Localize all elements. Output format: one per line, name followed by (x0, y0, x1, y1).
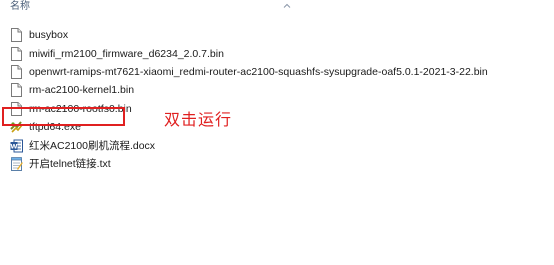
blank-file-icon (10, 28, 23, 43)
blank-file-icon (10, 46, 23, 61)
file-row-busybox[interactable]: busybox (10, 26, 510, 44)
file-row-openwrt-bin[interactable]: openwrt-ramips-mt7621-xiaomi_redmi-route… (10, 63, 510, 81)
word-docx-icon: W (10, 139, 23, 153)
notepad-txt-icon (10, 157, 23, 171)
file-name: rm-ac2100-kernel1.bin (29, 84, 135, 97)
file-list: busybox miwifi_rm2100_firmware_d6234_2.0… (10, 26, 510, 173)
file-row-txt[interactable]: 开启telnet链接.txt (10, 155, 510, 173)
file-name: 开启telnet链接.txt (29, 157, 111, 170)
highlight-box (2, 107, 125, 126)
column-header: 名称 (0, 0, 554, 14)
svg-text:W: W (10, 142, 17, 150)
file-row-kernel1[interactable]: rm-ac2100-kernel1.bin (10, 81, 510, 99)
blank-file-icon (10, 83, 23, 98)
chevron-up-icon (282, 0, 292, 8)
file-name: miwifi_rm2100_firmware_d6234_2.0.7.bin (29, 47, 224, 60)
annotation-double-click: 双击运行 (164, 112, 233, 129)
file-row-docx[interactable]: W 红米AC2100刷机流程.docx (10, 136, 510, 154)
blank-file-icon (10, 64, 23, 79)
file-name: 红米AC2100刷机流程.docx (29, 139, 156, 152)
file-name: busybox (29, 29, 69, 42)
file-name: openwrt-ramips-mt7621-xiaomi_redmi-route… (29, 65, 488, 78)
name-column-header[interactable]: 名称 (10, 1, 30, 13)
file-row-miwifi-firmware[interactable]: miwifi_rm2100_firmware_d6234_2.0.7.bin (10, 44, 510, 62)
